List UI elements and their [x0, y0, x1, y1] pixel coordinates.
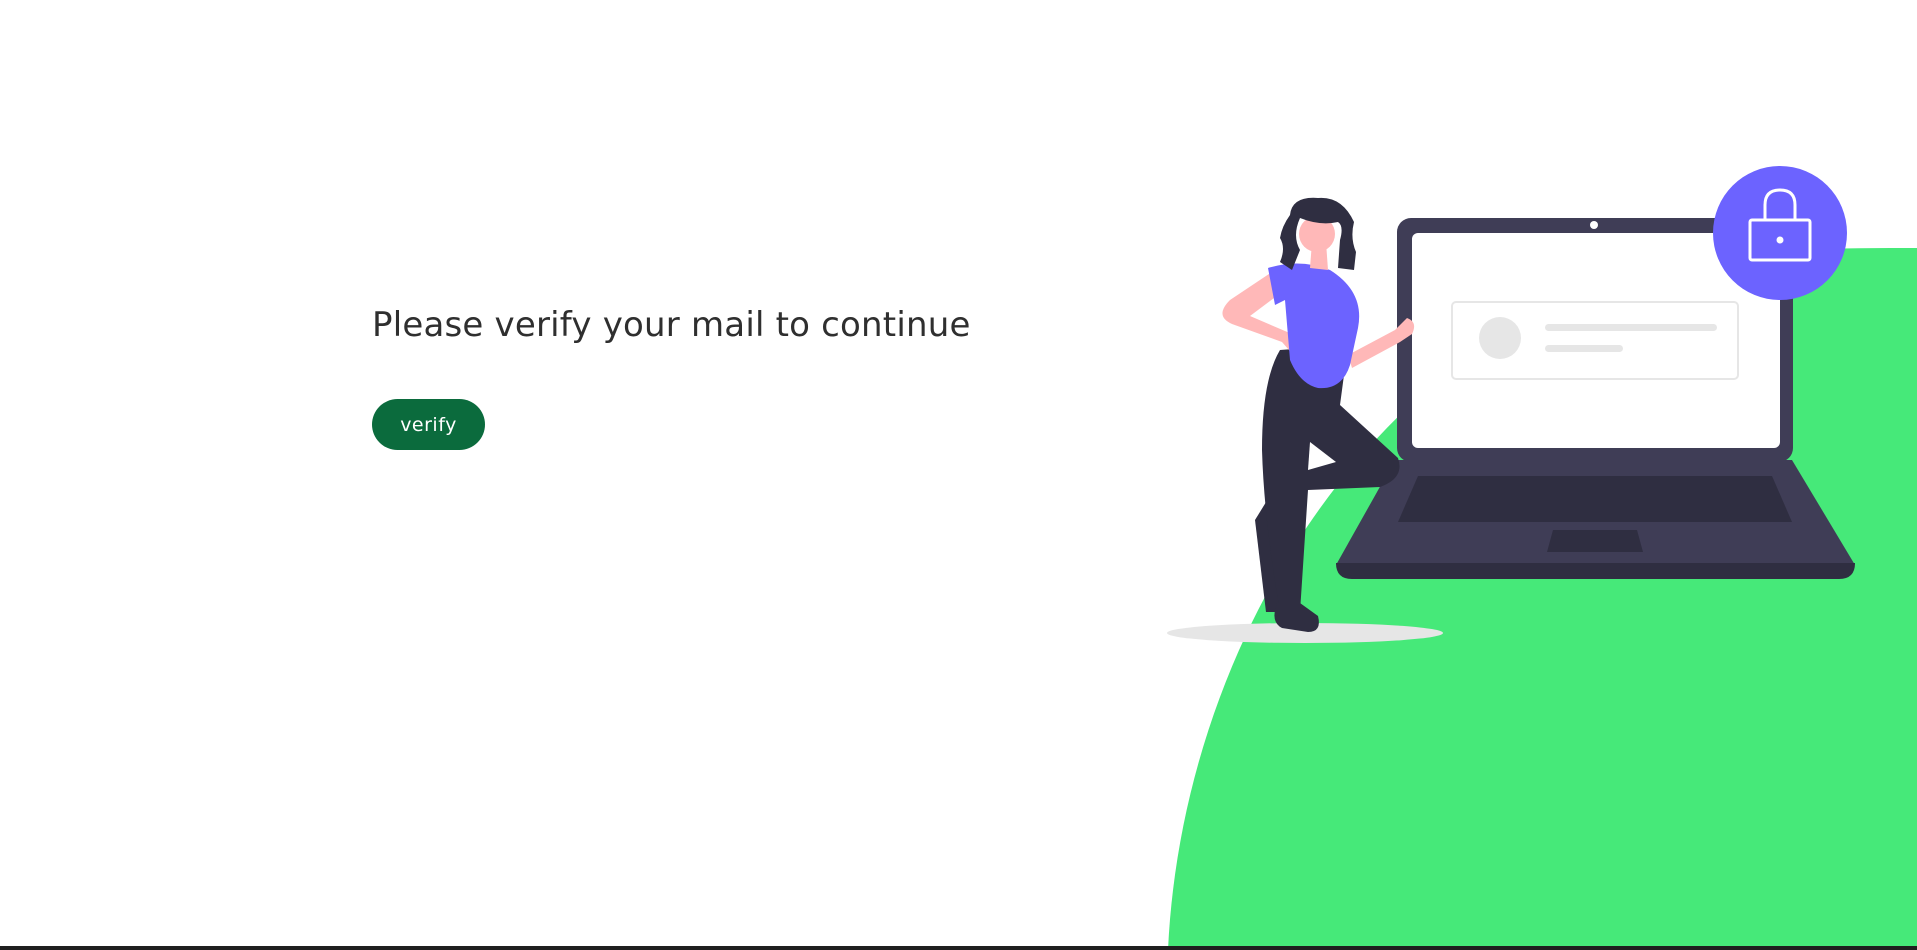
verify-button[interactable]: verify [372, 399, 485, 450]
bottom-border [0, 946, 1917, 950]
page-title: Please verify your mail to continue [372, 305, 971, 345]
verify-panel: Please verify your mail to continue veri… [372, 305, 971, 450]
verify-illustration [1167, 166, 1917, 950]
lock-badge [1713, 166, 1847, 300]
verify-email-page: Please verify your mail to continue veri… [0, 0, 1917, 950]
